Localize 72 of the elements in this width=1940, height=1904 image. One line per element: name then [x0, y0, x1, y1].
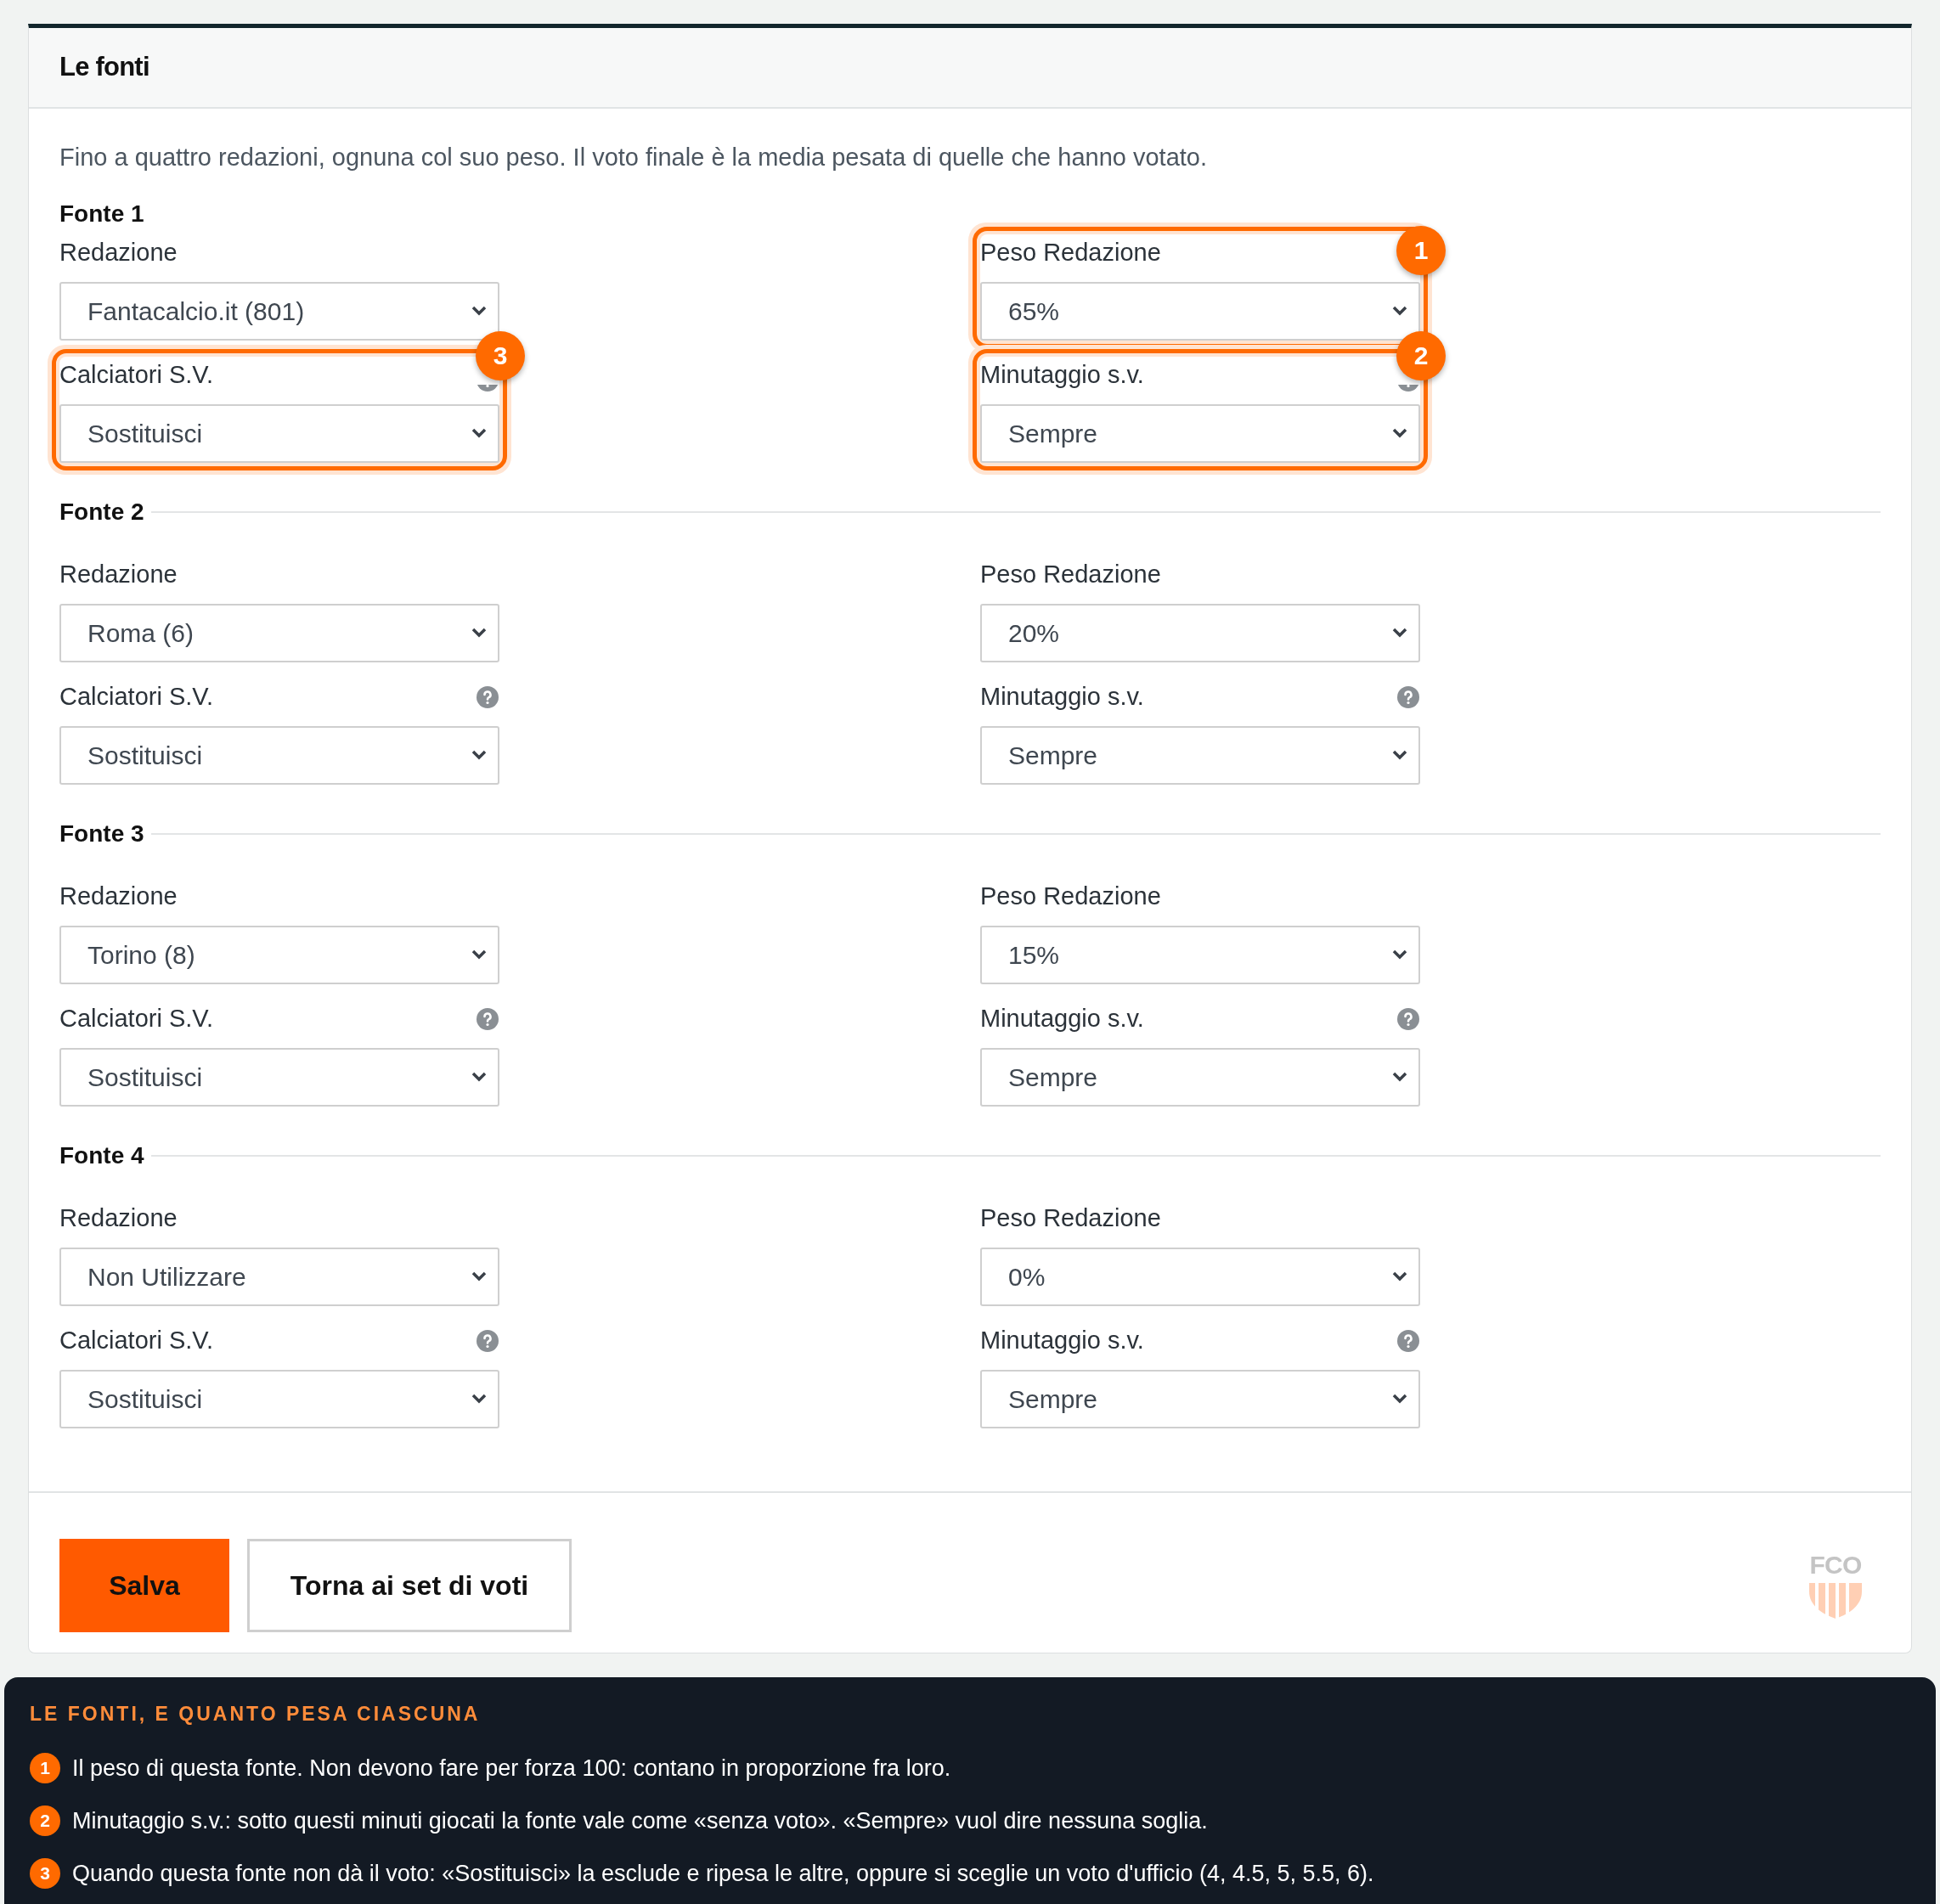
field-label: Redazione	[59, 559, 178, 589]
chevron-down-icon	[1391, 305, 1408, 317]
dropdown[interactable]: Sostituisci	[59, 725, 499, 785]
save-button[interactable]: Salva	[59, 1538, 229, 1632]
field-label: Minutaggio s.v.	[980, 1003, 1144, 1034]
section-heading: Fonte 4	[59, 1141, 144, 1170]
dropdown[interactable]: 15%	[980, 925, 1420, 984]
chevron-down-icon	[471, 305, 488, 317]
legend-text: Quando questa fonte non dà il voto: «Sostituisci» la esclude e ripesa le altre, oppure si sceglie un voto d'ufficio (4, 4.5, 5, 5.5, 6).	[72, 1859, 1374, 1888]
chevron-down-icon	[471, 949, 488, 960]
chevron-down-icon	[1391, 749, 1408, 761]
dropdown[interactable]: Sempre	[980, 725, 1420, 785]
number-badge: 3	[30, 1858, 60, 1889]
section-heading: Fonte 2	[59, 497, 144, 527]
chevron-down-icon	[1391, 427, 1408, 439]
help-icon[interactable]	[1396, 1006, 1420, 1031]
chevron-down-icon	[471, 1270, 488, 1282]
callout-badge: 3	[476, 330, 525, 380]
help-icon[interactable]	[476, 684, 499, 709]
callout-badge: 2	[1396, 330, 1446, 380]
chevron-down-icon	[471, 1393, 488, 1405]
chevron-down-icon	[1391, 1393, 1408, 1405]
number-badge: 2	[30, 1805, 60, 1836]
field-label: Redazione	[59, 881, 178, 911]
dropdown[interactable]: 0%	[980, 1247, 1420, 1306]
field-label: Calciatori S.V.	[59, 1325, 214, 1355]
field-label: Peso Redazione	[980, 1203, 1161, 1233]
help-icon[interactable]	[476, 1006, 499, 1031]
dropdown[interactable]: Sempre	[980, 403, 1420, 463]
field-label: Peso Redazione	[980, 881, 1161, 911]
legend-title: LE FONTI, E QUANTO PESA CIASCUNA	[30, 1701, 482, 1727]
intro-text: Fino a quattro redazioni, ognuna col suo peso. Il voto finale è la media pesata di quelle che hanno votato.	[59, 143, 1209, 172]
help-icon[interactable]	[1396, 684, 1420, 709]
dropdown[interactable]: Non Utilizzare	[59, 1247, 499, 1306]
field-label: Calciatori S.V.	[59, 1003, 214, 1034]
field-label: Minutaggio s.v.	[980, 1325, 1144, 1355]
dropdown[interactable]: Sostituisci	[59, 403, 499, 463]
field-label: Peso Redazione	[980, 237, 1161, 268]
field-label: Minutaggio s.v.	[980, 681, 1144, 712]
chevron-down-icon	[471, 427, 488, 439]
legend-text: Minutaggio s.v.: sotto questi minuti giocati la fonte vale come «senza voto». «Sempre» vuol dire nessuna soglia.	[72, 1806, 1208, 1835]
field-label: Calciatori S.V.	[59, 359, 214, 390]
back-button[interactable]: Torna ai set di voti	[247, 1538, 572, 1632]
chevron-down-icon	[1391, 949, 1408, 960]
help-icon[interactable]	[476, 1328, 499, 1353]
legend-text: Il peso di questa fonte. Non devono fare per forza 100: contano in proporzione fra loro.	[72, 1754, 951, 1783]
chevron-down-icon	[1391, 627, 1408, 639]
chevron-down-icon	[471, 627, 488, 639]
dropdown[interactable]: 65%	[980, 281, 1420, 341]
dropdown[interactable]: Torino (8)	[59, 925, 499, 984]
chevron-down-icon	[471, 749, 488, 761]
card-title: Le fonti	[59, 51, 149, 84]
dropdown[interactable]: Sostituisci	[59, 1047, 499, 1107]
dropdown[interactable]: Sempre	[980, 1369, 1420, 1428]
dropdown[interactable]: 20%	[980, 603, 1420, 662]
help-icon[interactable]	[1396, 1328, 1420, 1353]
chevron-down-icon	[1391, 1071, 1408, 1083]
dropdown[interactable]: Fantacalcio.it (801)	[59, 281, 499, 341]
number-badge: 1	[30, 1753, 60, 1783]
dropdown[interactable]: Sostituisci	[59, 1369, 499, 1428]
dropdown[interactable]: Roma (6)	[59, 603, 499, 662]
chevron-down-icon	[471, 1071, 488, 1083]
field-label: Minutaggio s.v.	[980, 359, 1144, 390]
field-label: Peso Redazione	[980, 559, 1161, 589]
section-heading: Fonte 3	[59, 819, 144, 848]
callout-badge: 1	[1396, 225, 1446, 275]
field-label: Redazione	[59, 1203, 178, 1233]
dropdown[interactable]: Sempre	[980, 1047, 1420, 1107]
section-heading: Fonte 1	[59, 199, 144, 228]
field-label: Calciatori S.V.	[59, 681, 214, 712]
field-label: Redazione	[59, 237, 178, 268]
chevron-down-icon	[1391, 1270, 1408, 1282]
